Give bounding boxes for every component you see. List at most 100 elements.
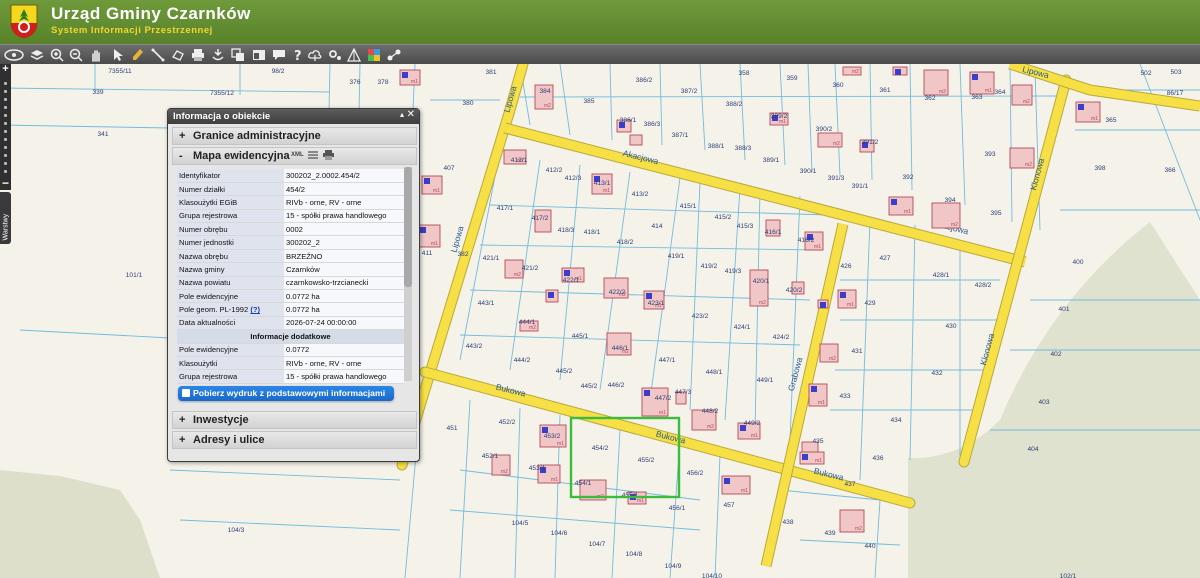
parcel-label[interactable]: 434 — [890, 417, 901, 424]
parcel-label[interactable]: 104/7 — [589, 541, 606, 548]
layers-tab[interactable]: Warstwy — [0, 192, 11, 244]
help-icon[interactable]: ? — [290, 47, 306, 63]
parcel-label[interactable]: 427 — [879, 255, 890, 262]
parcel-label[interactable]: 392 — [902, 174, 913, 181]
print-icon[interactable] — [190, 47, 206, 63]
parcel-label[interactable]: 456/2 — [687, 470, 704, 477]
parcel-label[interactable]: 417/2 — [532, 215, 549, 222]
parcel-label[interactable]: 391/3 — [828, 175, 845, 182]
parcel-label[interactable]: 104/3 — [228, 527, 245, 534]
shapes-icon[interactable] — [346, 47, 362, 63]
zoom-in-icon[interactable] — [49, 47, 65, 63]
parcel-label[interactable]: 394 — [944, 197, 955, 204]
parcel-label[interactable]: 438 — [782, 519, 793, 526]
parcel-label[interactable]: 104/8 — [626, 551, 643, 558]
parcel-label[interactable]: 440 — [864, 543, 875, 550]
panel-title-bar[interactable]: Informacja o obiekcie ▴ ✕ — [168, 109, 419, 124]
parcel-label[interactable]: 454/2 — [592, 445, 609, 452]
parcel-label[interactable]: 101/1 — [126, 272, 143, 279]
parcel-label[interactable]: 386/1 — [620, 117, 637, 124]
parcel-label[interactable]: 376 — [349, 79, 360, 86]
parcel-label[interactable]: 104/10 — [702, 573, 723, 578]
zoom-level-tick[interactable] — [4, 138, 7, 141]
parcel-label[interactable]: 421/2 — [522, 265, 539, 272]
parcel-label[interactable]: 388/3 — [735, 145, 752, 152]
parcel-label[interactable]: 452/1 — [482, 453, 499, 460]
parcel-label[interactable]: 416/1 — [765, 229, 782, 236]
parcel-label[interactable]: 432 — [931, 370, 942, 377]
parcel-label[interactable]: 447/3 — [675, 389, 692, 396]
zoom-level-tick[interactable] — [4, 114, 7, 117]
comment-icon[interactable] — [271, 47, 287, 63]
zoom-level-tick[interactable] — [4, 146, 7, 149]
zoom-level-tick[interactable] — [4, 98, 7, 101]
building[interactable] — [629, 134, 643, 146]
parcel-label[interactable]: 418/1 — [584, 229, 601, 236]
zoom-level-tick[interactable] — [4, 170, 7, 173]
parcel-label[interactable]: 102/1 — [1060, 573, 1077, 578]
zoom-level-tick[interactable] — [4, 154, 7, 157]
section-investments[interactable]: + Inwestycje — [172, 411, 417, 429]
parcel-label[interactable]: 412/2 — [546, 167, 563, 174]
fullextent-icon[interactable] — [3, 47, 25, 63]
parcel-label[interactable]: 407 — [443, 165, 454, 172]
copy-icon[interactable] — [230, 47, 246, 63]
parcel-label[interactable]: 454/1 — [575, 480, 592, 487]
parcel-label[interactable]: 423/2 — [692, 313, 709, 320]
parcel-label[interactable]: 416/2 — [798, 237, 815, 244]
parcel-label[interactable]: 444/1 — [519, 319, 536, 326]
parcel-label[interactable]: 413/2 — [632, 191, 649, 198]
parcel-label[interactable]: 449/1 — [757, 377, 774, 384]
parcel-label[interactable]: 339 — [92, 89, 103, 96]
parcel-label[interactable]: 429 — [864, 300, 875, 307]
parcel-label[interactable]: 404 — [1027, 446, 1038, 453]
parcel-label[interactable]: 415/2 — [715, 214, 732, 221]
parcel-label[interactable]: 362 — [924, 95, 935, 102]
parcel-label[interactable]: 447/2 — [655, 395, 672, 402]
parcel-label[interactable]: 423/1 — [648, 300, 665, 307]
parcel-label[interactable]: 448/1 — [706, 369, 723, 376]
measure-area-icon[interactable] — [170, 47, 186, 63]
parcel-label[interactable]: 443/2 — [466, 343, 483, 350]
zoom-level-tick[interactable] — [4, 162, 7, 165]
parcel-label[interactable]: 411 — [422, 250, 433, 257]
section-admin-boundaries[interactable]: + Granice administracyjne — [172, 127, 417, 145]
parcel-label[interactable]: 389/1 — [763, 157, 780, 164]
parcel-label[interactable]: 412/1 — [511, 157, 528, 164]
zoom-level-tick[interactable] — [4, 82, 7, 85]
parcel-label[interactable]: 389/2 — [771, 113, 788, 120]
parcel-label[interactable]: 422/2 — [609, 289, 626, 296]
parcel-label[interactable]: 446/1 — [612, 345, 629, 352]
parcel-label[interactable]: 391/2 — [862, 139, 879, 146]
parcel-label[interactable]: 402 — [1050, 351, 1061, 358]
parcel-label[interactable]: 378 — [377, 79, 388, 86]
parcel-label[interactable]: 452/2 — [499, 419, 516, 426]
search-parcel-icon[interactable] — [210, 47, 226, 63]
parcel-label[interactable]: 104/9 — [665, 563, 682, 570]
parcel-label[interactable]: 390/2 — [816, 126, 833, 133]
pan-hand-icon[interactable] — [88, 47, 104, 63]
parcel-label[interactable]: 358 — [738, 70, 749, 77]
parcel-label[interactable]: 413/1 — [594, 180, 611, 187]
parcel-label[interactable]: 421/1 — [483, 255, 500, 262]
parcel-label[interactable]: 426 — [840, 263, 851, 270]
scrollbar-thumb[interactable] — [404, 167, 412, 287]
parcel-label[interactable]: 403 — [1038, 399, 1049, 406]
parcel-label[interactable]: 446/2 — [608, 382, 625, 389]
pointer-icon[interactable] — [110, 47, 126, 63]
info-pen-icon[interactable] — [130, 47, 146, 63]
layers-icon[interactable] — [29, 47, 45, 63]
parcel-label[interactable]: 455/2 — [638, 457, 655, 464]
parcel-label[interactable]: 390/1 — [800, 168, 817, 175]
parcel-label[interactable]: 412/3 — [565, 175, 582, 182]
parcel-label[interactable]: 359 — [786, 75, 797, 82]
parcel-label[interactable]: 445/1 — [572, 333, 589, 340]
parcel-label[interactable]: 417/1 — [497, 205, 514, 212]
list-icon[interactable] — [308, 151, 318, 160]
parcel-label[interactable]: 415/1 — [680, 203, 697, 210]
parcel-label[interactable]: 366 — [1164, 167, 1175, 174]
parcel-label[interactable]: 420/1 — [753, 278, 770, 285]
parcel-label[interactable]: 420/2 — [786, 287, 803, 294]
parcel-label[interactable]: 428/2 — [975, 282, 992, 289]
parcel-label[interactable]: 456/1 — [669, 505, 686, 512]
